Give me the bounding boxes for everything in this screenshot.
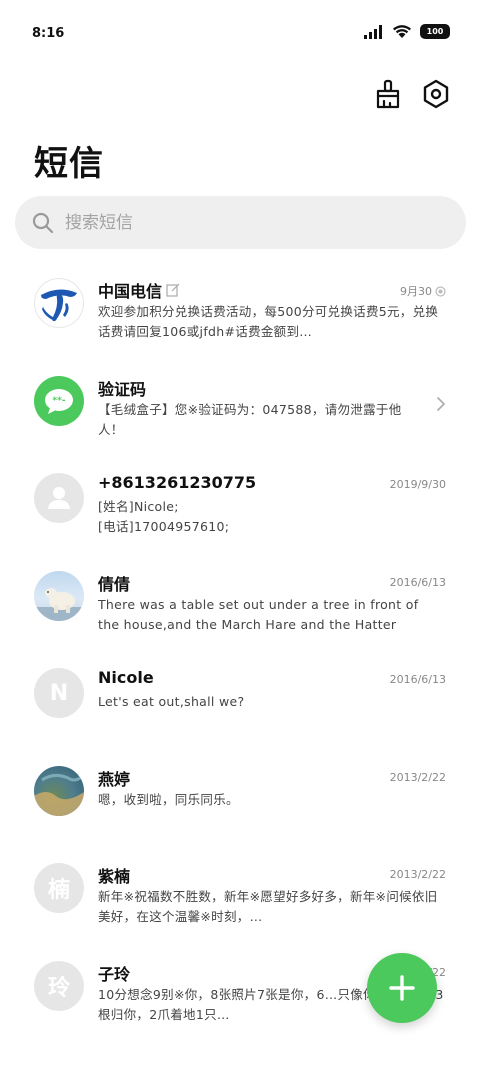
- battery-indicator: 100: [420, 24, 450, 39]
- edit-note-icon: [166, 283, 180, 297]
- new-message-button[interactable]: [367, 953, 437, 1023]
- notification-badge-icon: [435, 285, 446, 297]
- search-input[interactable]: [65, 212, 425, 233]
- settings-icon[interactable]: [420, 78, 452, 110]
- thread-preview: 欢迎参加积分兑换话费活动，每500分可兑换话费5元，兑换话费请回复106或jfd…: [98, 304, 439, 339]
- polar-bear-photo: [34, 570, 84, 621]
- top-actions: [372, 78, 452, 110]
- landscape-photo: [34, 765, 84, 816]
- thread-name: Nicole: [98, 668, 154, 687]
- thread-date: 2019/9/30: [389, 478, 446, 491]
- status-bar: 8:16 100: [0, 0, 480, 68]
- thread-row[interactable]: 楠 紫楠 2013/2/22 新年※祝福数不胜数，新年※愿望好多好多，新年※问候…: [0, 851, 480, 949]
- page-title: 短信: [34, 144, 104, 184]
- thread-preview: 嗯，收到啦，同乐同乐。: [98, 791, 239, 807]
- thread-row[interactable]: 倩倩 2016/6/13 There was a table set out u…: [0, 559, 480, 657]
- thread-date: 2016/6/13: [389, 673, 446, 686]
- avatar: 玲: [34, 960, 84, 1011]
- search-bar[interactable]: [15, 196, 466, 249]
- person-icon: [34, 473, 84, 523]
- thread-preview: 新年※祝福数不胜数，新年※愿望好多好多，新年※问候依旧美好，在这个温馨※时刻，…: [98, 889, 438, 924]
- status-time: 8:16: [32, 26, 65, 41]
- thread-date: 2013/2/22: [389, 770, 446, 784]
- plus-icon: [389, 975, 415, 1001]
- thread-preview: [姓名]Nicole; [电话]17004957610;: [98, 499, 230, 534]
- thread-name: +8613261230775: [98, 473, 257, 492]
- thread-preview: 【毛绒盒子】您※验证码为：047588，请勿泄露于他人！: [98, 401, 402, 437]
- signal-icon: [364, 24, 382, 39]
- thread-name: 验证码: [98, 379, 147, 399]
- wifi-icon: [393, 25, 411, 38]
- broom-icon[interactable]: [372, 78, 404, 110]
- thread-name: 中国电信: [98, 278, 180, 302]
- china-telecom-logo: [34, 278, 84, 328]
- thread-preview: Let's eat out,shall we?: [98, 694, 245, 709]
- avatar: 楠: [34, 863, 84, 913]
- thread-name: 倩倩: [98, 574, 131, 594]
- thread-date: 9月30: [400, 283, 446, 299]
- thread-row[interactable]: 燕婷 2013/2/22 嗯，收到啦，同乐同乐。: [0, 754, 480, 852]
- thread-name: 子玲: [98, 964, 131, 984]
- status-icons: 100: [364, 24, 450, 39]
- thread-date: 2016/6/13: [389, 575, 446, 589]
- thread-row[interactable]: 中国电信 9月30 欢迎参加积分兑换话费活动，每500分可兑换话费5元，兑换话费…: [0, 266, 480, 364]
- thread-name: 燕婷: [98, 769, 131, 789]
- thread-date: 2013/2/22: [389, 868, 446, 881]
- thread-preview: There was a table set out under a tree i…: [98, 596, 419, 632]
- search-icon: [32, 212, 54, 233]
- thread-name: 紫楠: [98, 867, 131, 886]
- message-thread-list: 中国电信 9月30 欢迎参加积分兑换话费活动，每500分可兑换话费5元，兑换话费…: [0, 266, 480, 1046]
- chevron-right-icon: [437, 396, 446, 411]
- avatar: N: [34, 668, 84, 718]
- verification-code-icon: **-: [34, 375, 84, 426]
- svg-text:**-: **-: [52, 396, 65, 406]
- thread-row[interactable]: +8613261230775 2019/9/30 [姓名]Nicole; [电话…: [0, 461, 480, 559]
- thread-row[interactable]: **- 验证码 【毛绒盒子】您※验证码为：047588，请勿泄露于他人！: [0, 364, 480, 462]
- thread-row[interactable]: N Nicole 2016/6/13 Let's eat out,shall w…: [0, 656, 480, 754]
